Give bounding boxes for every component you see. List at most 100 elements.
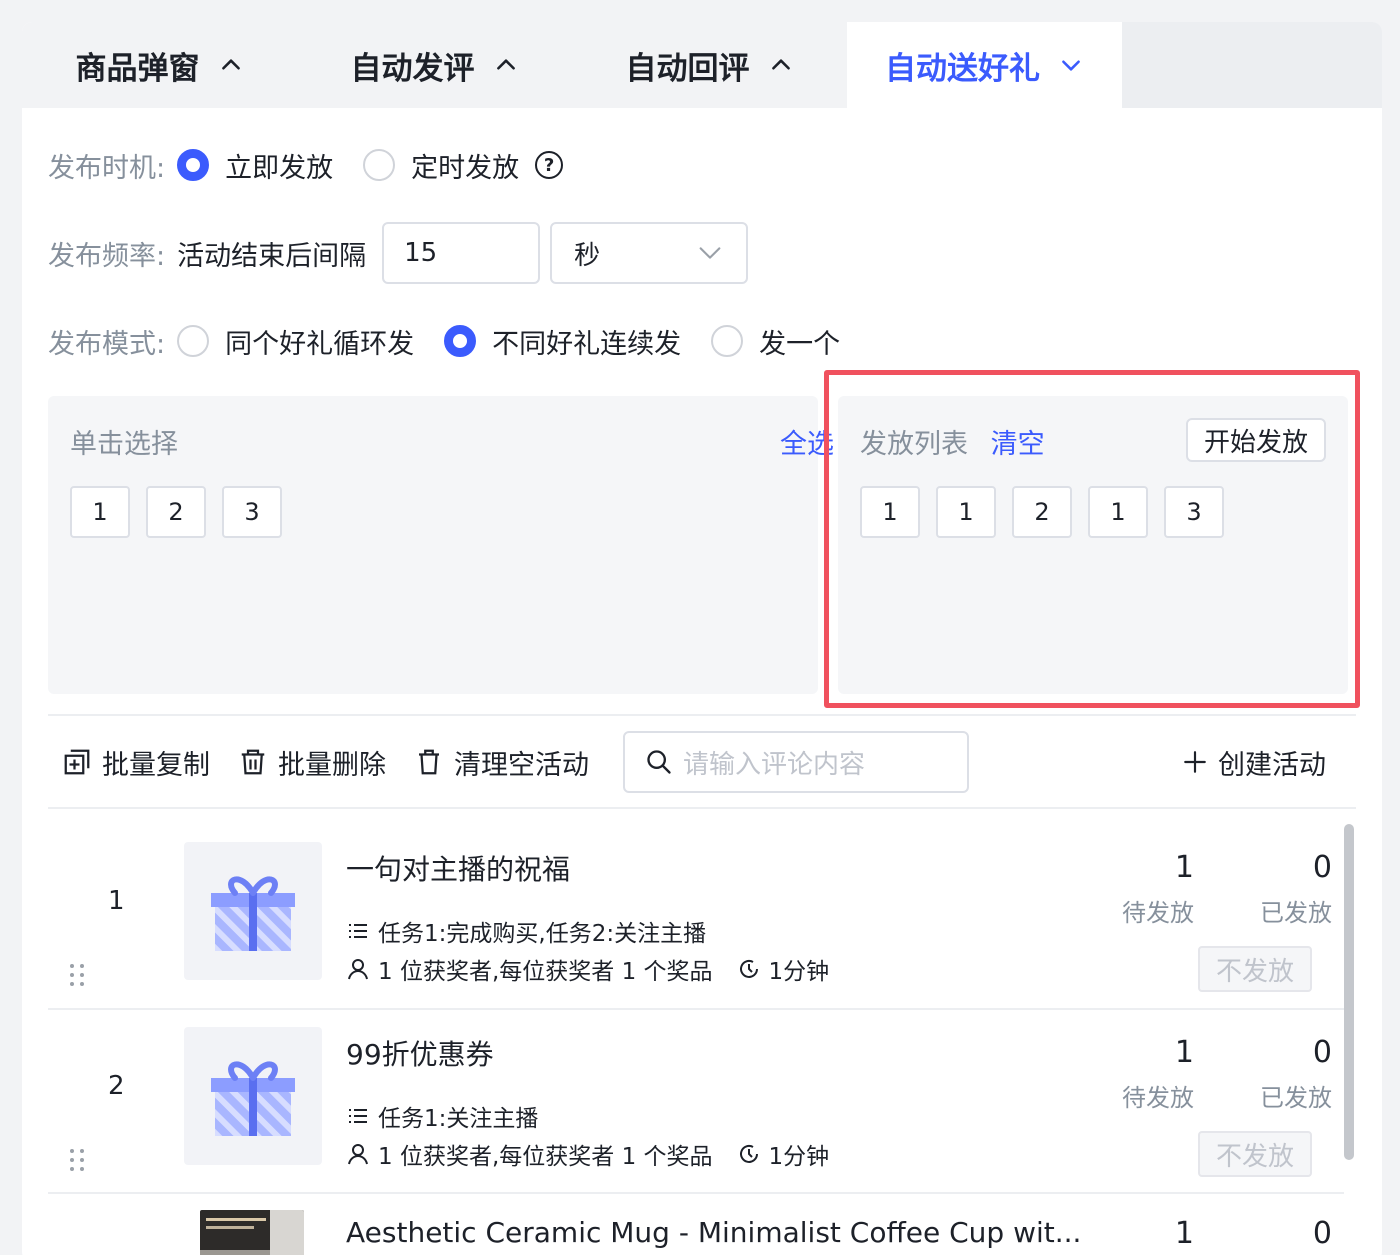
unit-select[interactable]: 秒 [550,222,749,284]
clock-icon [739,959,758,978]
radio-label: 不同好礼连续发 [492,328,682,360]
list-item[interactable]: 1 一句对主播的祝福 任务1:完成购买,任务2:关注主播 1 位获奖者,每位获奖… [48,812,1344,996]
tab-label: 商品弹窗 [75,50,200,87]
select-panel-title: 单击选择 [70,429,178,460]
scrollbar[interactable] [1344,824,1354,1160]
divider [48,807,1356,809]
mode-row: 发布模式: 同个好礼循环发 不同好礼连续发 发一个 [48,318,870,364]
item-title: 一句对主播的祝福 [346,853,571,886]
tab-auto-comment[interactable]: 自动发评 [297,22,572,108]
radio-label: 定时发放 [411,152,520,184]
frequency-text: 活动结束后间隔 [177,240,367,272]
duration-text: 1分钟 [768,1144,830,1170]
pending-stat: 1 待发放 [1098,850,1194,928]
item-number: 1 [108,886,125,916]
tab-auto-gift[interactable]: 自动送好礼 [847,22,1122,108]
tab-auto-reply[interactable]: 自动回评 [572,22,847,108]
item-winners: 1 位获奖者,每位获奖者 1 个奖品 1分钟 [346,1137,829,1171]
mug-thumbnail [200,1210,304,1255]
tab-bar: 商品弹窗 自动发评 自动回评 自动送好礼 [22,22,1382,108]
list-item[interactable]: 2 99折优惠券 任务1:关注主播 1 位获奖者,每位获奖者 1 个奖品 1分钟… [48,997,1344,1181]
duration-text: 1分钟 [768,959,830,985]
divider [48,1192,1344,1194]
create-activity-button[interactable]: 创建活动 [1182,730,1326,794]
sent-label: 已发放 [1260,899,1332,927]
search-input[interactable]: 请输入评论内容 [623,731,969,793]
sent-count: 0 [1312,850,1332,885]
gift-thumbnail [184,842,322,980]
radio-send-one[interactable]: 发一个 [711,322,840,361]
send-chip[interactable]: 1 [936,486,996,538]
drag-handle-icon[interactable] [68,1147,86,1173]
radio-same-loop[interactable]: 同个好礼循环发 [177,322,414,361]
batch-copy-button[interactable]: 批量复制 [62,743,210,782]
radio-immediate[interactable]: 立即发放 [177,146,333,185]
item-title: Aesthetic Ceramic Mug - Minimalist Coffe… [346,1216,1082,1249]
drag-handle-icon[interactable] [68,962,86,988]
interval-input[interactable]: 15 [382,222,541,284]
no-send-button[interactable]: 不发放 [1198,1131,1312,1177]
winners-text: 1 位获奖者,每位获奖者 1 个奖品 [378,959,713,985]
chevron-up-icon [221,59,240,70]
radio-label: 同个好礼循环发 [225,328,415,360]
batch-delete-button[interactable]: 批量删除 [238,743,386,782]
tab-label: 自动发评 [350,50,475,87]
item-title: 99折优惠券 [346,1038,494,1071]
user-icon [348,1144,368,1165]
tasks-text: 任务1:完成购买,任务2:关注主播 [378,921,707,947]
send-chip[interactable]: 3 [1164,486,1224,538]
radio-dot [177,149,210,181]
interval-value: 15 [404,238,438,268]
clear-link[interactable]: 清空 [991,429,1045,460]
item-tasks: 任务1:完成购买,任务2:关注主播 [346,914,706,948]
user-icon [348,959,368,980]
divider [48,714,1356,716]
select-chip[interactable]: 1 [70,486,130,538]
send-chip[interactable]: 1 [860,486,920,538]
gift-thumbnail [184,1027,322,1165]
send-chip[interactable]: 2 [1012,486,1072,538]
chevron-down-icon [1062,60,1080,71]
trash-can-icon [419,749,439,775]
unit-value: 秒 [574,240,601,271]
item-winners: 1 位获奖者,每位获奖者 1 个奖品 1分钟 [346,952,829,986]
chevron-up-icon [771,59,790,70]
tasks-text: 任务1:关注主播 [378,1106,539,1132]
toolbar: 批量复制 批量删除 清理空活动 请输入评论内容 [62,730,969,794]
pending-count: 1 [1174,1216,1194,1251]
gift-icon [211,876,295,951]
radio-scheduled[interactable]: 定时发放 [363,146,519,185]
select-chips: 1 2 3 [70,486,282,538]
pending-label: 待发放 [1122,899,1194,927]
sent-stat: 0 [1228,1216,1332,1251]
send-list-title: 发放列表 清空 [860,422,1045,461]
send-chip[interactable]: 1 [1088,486,1148,538]
create-label: 创建活动 [1218,749,1326,781]
help-icon[interactable]: ? [535,151,564,179]
frequency-label: 发布频率: [48,240,166,272]
select-chip[interactable]: 2 [146,486,206,538]
copy-icon [64,749,90,775]
chevron-up-icon [496,59,515,70]
item-tasks: 任务1:关注主播 [346,1099,538,1133]
radio-different-continuous[interactable]: 不同好礼连续发 [444,322,681,361]
tab-product-popup[interactable]: 商品弹窗 [22,22,297,108]
mode-label: 发布模式: [48,328,166,360]
pending-stat: 1 [1098,1216,1194,1251]
select-chip[interactable]: 3 [222,486,282,538]
batch-delete-label: 批量删除 [278,749,386,781]
send-chips: 1 1 2 1 3 [860,486,1224,538]
select-panel: 单击选择 全选 1 2 3 [48,396,834,694]
timing-label: 发布时机: [48,152,166,184]
select-all-link[interactable]: 全选 [780,422,834,461]
sent-count: 0 [1312,1035,1332,1070]
clear-empty-button[interactable]: 清理空活动 [414,743,589,782]
pending-count: 1 [1174,1035,1194,1070]
start-send-button[interactable]: 开始发放 [1185,418,1326,462]
pending-label: 待发放 [1122,1084,1194,1112]
winners-text: 1 位获奖者,每位获奖者 1 个奖品 [378,1144,713,1170]
trash-icon [241,749,265,775]
no-send-button[interactable]: 不发放 [1198,946,1312,992]
pending-count: 1 [1174,850,1194,885]
search-icon [647,750,671,774]
